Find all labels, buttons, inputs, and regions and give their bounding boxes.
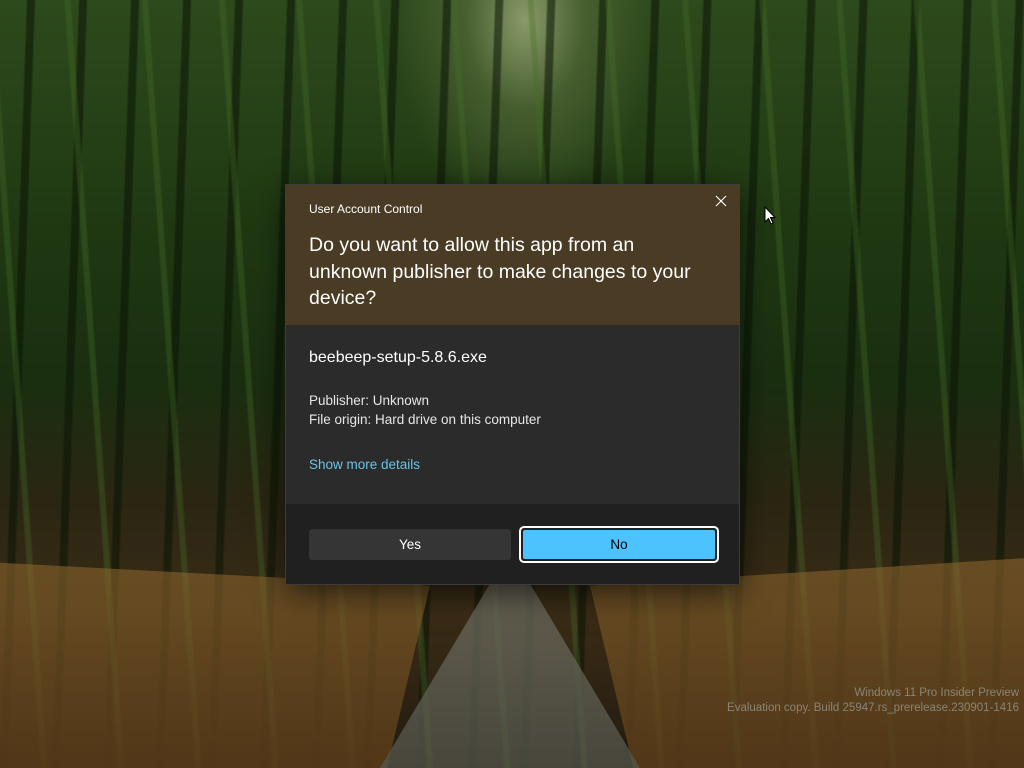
dialog-title: User Account Control: [309, 202, 423, 216]
watermark-line-1: Windows 11 Pro Insider Preview: [854, 687, 1019, 699]
close-icon: [715, 195, 727, 207]
app-name: beebeep-setup-5.8.6.exe: [309, 349, 487, 366]
uac-dialog: User Account Control Do you want to allo…: [285, 184, 740, 585]
dialog-footer: Yes No: [286, 504, 739, 584]
no-button[interactable]: No: [519, 526, 719, 563]
mouse-pointer-icon: [764, 206, 776, 225]
watermark-line-2: Evaluation copy. Build 25947.rs_prerelea…: [727, 702, 1019, 714]
publisher-label: Publisher: Unknown: [309, 393, 430, 408]
dialog-body: beebeep-setup-5.8.6.exe Publisher: Unkno…: [286, 325, 739, 506]
no-button-fill: No: [523, 530, 715, 559]
publisher-info: Publisher: Unknown File origin: Hard dri…: [309, 391, 541, 429]
yes-button-label: Yes: [398, 537, 422, 552]
close-button[interactable]: [709, 190, 733, 212]
no-button-label: No: [610, 537, 628, 552]
file-origin-label: File origin: Hard drive on this computer: [309, 412, 541, 427]
yes-button[interactable]: Yes: [309, 529, 511, 560]
os-watermark: Windows 11 Pro Insider Preview Evaluatio…: [727, 686, 1019, 716]
dialog-header: User Account Control Do you want to allo…: [286, 185, 739, 325]
dialog-question: Do you want to allow this app from an un…: [309, 234, 691, 309]
show-more-details-link[interactable]: Show more details: [309, 457, 420, 472]
desktop-wallpaper: User Account Control Do you want to allo…: [0, 0, 1024, 768]
